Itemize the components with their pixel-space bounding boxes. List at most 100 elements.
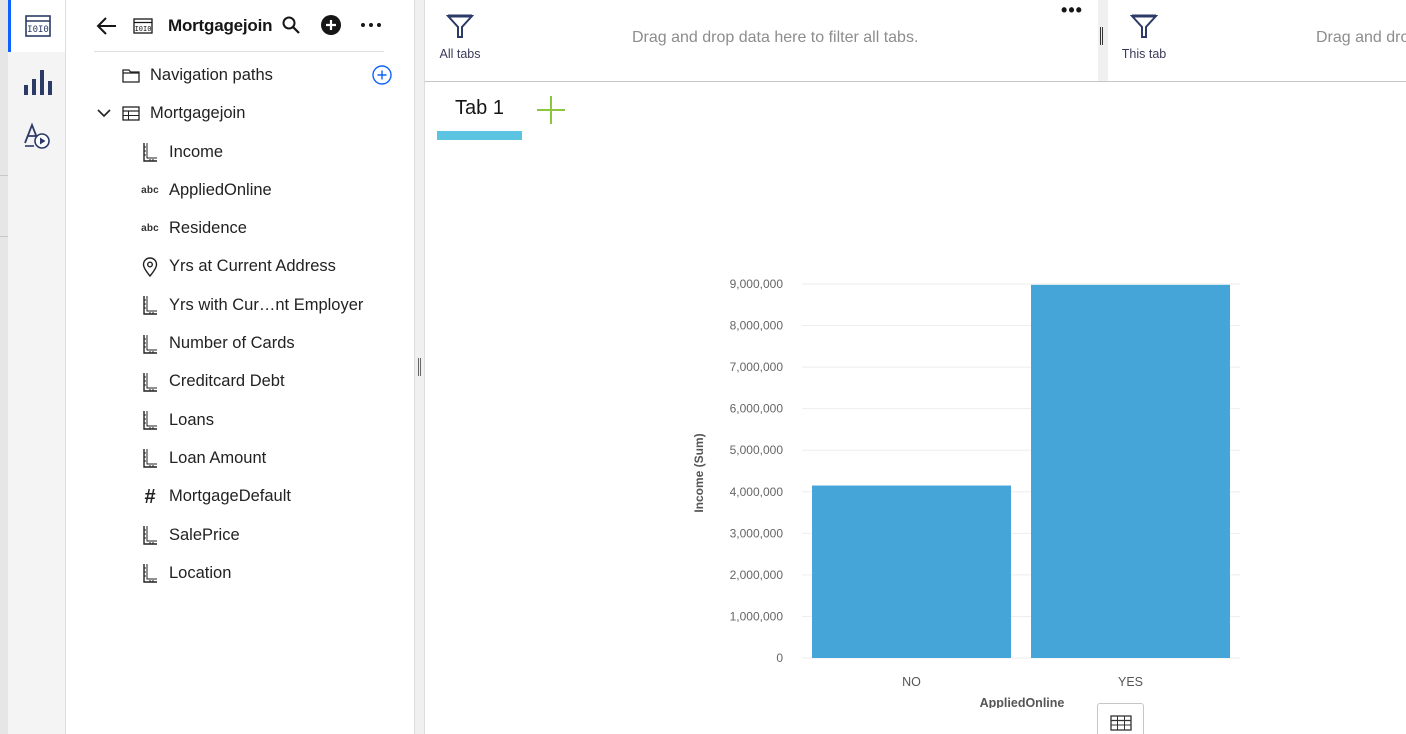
- field-label: Loan Amount: [169, 448, 267, 467]
- field-item[interactable]: abc AppliedOnline: [139, 175, 272, 205]
- y-tick-label: 3,000,000: [730, 526, 784, 540]
- navigation-paths-row[interactable]: Navigation paths: [120, 60, 273, 90]
- this-tab-filter-zone[interactable]: This tab Drag and dro: [1108, 0, 1406, 81]
- y-tick-label: 8,000,000: [730, 319, 784, 333]
- x-tick-label: NO: [902, 675, 921, 689]
- field-item[interactable]: Location: [139, 558, 231, 588]
- rail-assistant-button[interactable]: [8, 110, 65, 162]
- measure-ruler-icon: [139, 333, 161, 355]
- field-item[interactable]: Yrs at Current Address: [139, 252, 336, 282]
- y-tick-label: 6,000,000: [730, 402, 784, 416]
- abc-text-icon: abc: [141, 184, 159, 196]
- y-tick-label: 7,000,000: [730, 360, 784, 374]
- this-tab-drop-hint: Drag and dro: [1316, 29, 1406, 46]
- y-tick-label: 9,000,000: [730, 277, 784, 291]
- splitter-grip-icon: [418, 358, 421, 376]
- field-item[interactable]: Loans: [139, 405, 214, 435]
- this-tab-filter-button[interactable]: This tab: [1114, 12, 1174, 61]
- add-navigation-path-button[interactable]: [371, 64, 393, 86]
- bar-chart[interactable]: 0 1,000,000 2,000,000 3,000,000 4,000,000 5,0…: [680, 268, 1260, 708]
- left-rail: I0I0: [8, 0, 66, 734]
- table-name-label: Mortgagejoin: [150, 103, 246, 122]
- table-view-toggle-button[interactable]: [1097, 703, 1144, 734]
- filter-separator[interactable]: [1098, 0, 1108, 81]
- more-options-button[interactable]: [358, 12, 384, 38]
- bar-chart-icon: [23, 70, 52, 95]
- field-item[interactable]: SalePrice: [139, 520, 240, 550]
- table-node-row[interactable]: Mortgagejoin: [94, 98, 245, 128]
- all-tabs-label: All tabs: [439, 47, 481, 61]
- field-label: AppliedOnline: [169, 180, 272, 199]
- header-actions: [278, 12, 384, 38]
- plus-circle-icon: [321, 15, 341, 35]
- tab-1[interactable]: Tab 1: [437, 92, 522, 142]
- field-label: Yrs with Cur…nt Employer: [169, 295, 364, 314]
- field-label: Loans: [169, 410, 214, 429]
- filter-funnel-icon: [1129, 14, 1159, 38]
- add-tab-button[interactable]: [535, 94, 567, 126]
- tab-label: Tab 1: [455, 97, 504, 119]
- rail-divider: [0, 175, 8, 176]
- table-grid-icon: [1109, 715, 1132, 731]
- rail-visualizations-button[interactable]: [8, 56, 65, 108]
- bar-yes[interactable]: [1031, 284, 1230, 658]
- chevron-down-icon[interactable]: [94, 103, 114, 123]
- field-item[interactable]: Creditcard Debt: [139, 367, 285, 397]
- field-item[interactable]: abc Residence: [139, 214, 247, 244]
- data-source-icon: I0I0: [133, 17, 153, 34]
- arrow-left-icon: [96, 16, 116, 35]
- data-source-icon: I0I0: [25, 15, 51, 37]
- abc-text-icon: abc: [141, 223, 159, 235]
- field-label: MortgageDefault: [169, 487, 291, 506]
- field-label: SalePrice: [169, 525, 240, 544]
- field-item[interactable]: Number of Cards: [139, 329, 295, 359]
- y-tick-label: 1,000,000: [730, 609, 784, 623]
- rail-divider: [0, 236, 8, 237]
- data-panel: I0I0 Mortgagejoin Navigation paths Mortg…: [66, 0, 414, 734]
- panel-splitter[interactable]: [414, 0, 425, 734]
- add-data-button[interactable]: [318, 12, 344, 38]
- chart-canvas: 0 1,000,000 2,000,000 3,000,000 4,000,000 5,0…: [692, 277, 1240, 708]
- rail-data-sources-button[interactable]: I0I0: [8, 0, 65, 52]
- measure-ruler-icon: [139, 409, 161, 431]
- measure-ruler-icon: [139, 371, 161, 393]
- all-tabs-filter-zone[interactable]: All tabs Drag and drop data here to filt…: [425, 0, 1098, 81]
- bar-no[interactable]: [812, 485, 1011, 658]
- plus-icon: [537, 96, 565, 124]
- source-icon-wrap: I0I0: [130, 13, 156, 39]
- tab-active-indicator: [437, 131, 522, 140]
- y-tick-label: 4,000,000: [730, 485, 784, 499]
- separator-grip-icon: [1100, 27, 1103, 45]
- field-label: Location: [169, 563, 232, 582]
- search-button[interactable]: [278, 12, 304, 38]
- all-tabs-drop-hint: Drag and drop data here to filter all ta…: [632, 29, 919, 46]
- field-item[interactable]: Loan Amount: [139, 443, 266, 473]
- panel-header: I0I0 Mortgagejoin: [94, 0, 384, 52]
- filter-more-button[interactable]: •••: [1059, 1, 1085, 22]
- this-tab-label: This tab: [1121, 47, 1167, 61]
- filter-bar: All tabs Drag and drop data here to filt…: [425, 0, 1406, 82]
- x-tick-label: YES: [1118, 675, 1143, 689]
- rail-edge: [0, 0, 8, 734]
- field-label: Creditcard Debt: [169, 372, 285, 391]
- plus-circle-outline-icon: [372, 65, 392, 85]
- navigation-paths-label: Navigation paths: [150, 65, 273, 84]
- svg-text:I0I0: I0I0: [135, 25, 152, 33]
- y-tick-label: 0: [776, 651, 783, 665]
- x-axis-title: AppliedOnline: [980, 696, 1065, 708]
- source-title: Mortgagejoin: [168, 15, 273, 35]
- field-label: Residence: [169, 219, 247, 238]
- field-item[interactable]: # MortgageDefault: [139, 482, 291, 512]
- measure-ruler-icon: [139, 524, 161, 546]
- field-label: Yrs at Current Address: [169, 257, 336, 276]
- y-tick-label: 5,000,000: [730, 443, 784, 457]
- hash-icon: #: [144, 485, 156, 508]
- all-tabs-filter-button[interactable]: All tabs: [430, 12, 490, 61]
- field-item[interactable]: Yrs with Cur…nt Employer: [139, 290, 363, 320]
- y-tick-label: 2,000,000: [730, 568, 784, 582]
- field-item[interactable]: Income: [139, 137, 223, 167]
- back-button[interactable]: [94, 13, 120, 39]
- table-icon: [120, 102, 142, 124]
- field-label: Number of Cards: [169, 334, 295, 352]
- measure-ruler-icon: [139, 562, 161, 584]
